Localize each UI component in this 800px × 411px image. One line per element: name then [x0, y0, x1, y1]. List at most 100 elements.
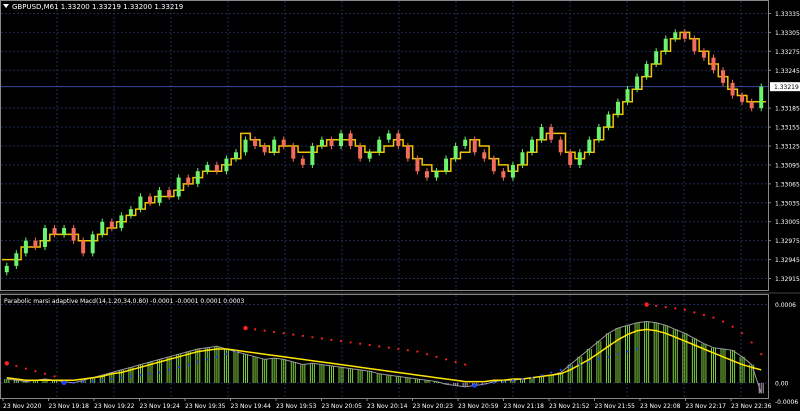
candle-body — [81, 240, 86, 254]
candle-body — [71, 228, 76, 241]
psar-dot-high — [693, 311, 696, 314]
candle-body — [472, 139, 477, 153]
candle-body — [721, 70, 726, 83]
psar-dot-high — [731, 325, 734, 328]
psar-dot-high — [435, 355, 438, 358]
psar-dot-high — [444, 358, 448, 361]
candle-body — [138, 196, 143, 210]
psar-dot-high — [301, 334, 304, 337]
candle-body — [23, 240, 28, 254]
psar-dot-high — [282, 332, 285, 335]
candle-body — [510, 164, 515, 178]
psar-dot-low — [129, 375, 133, 378]
candle-body — [520, 152, 525, 165]
candle-body — [243, 139, 248, 153]
candle-body — [319, 139, 324, 146]
indicator-tick-label: 0.00 — [775, 380, 789, 387]
candle-body — [740, 95, 745, 102]
psar-dot-low — [168, 368, 171, 371]
candle-body — [90, 234, 95, 254]
candle-body — [148, 196, 153, 203]
psar-dot-low — [177, 366, 180, 369]
candle-body — [42, 228, 47, 247]
psar-dot-low — [472, 383, 477, 388]
psar-dot-low — [616, 353, 620, 356]
psar-dot-low — [559, 368, 562, 371]
candle-body — [501, 171, 506, 178]
psar-dot-low — [569, 366, 572, 369]
candle-body — [606, 114, 611, 128]
psar-dot-low — [196, 360, 199, 364]
candle-body — [654, 51, 659, 64]
psar-dot-low — [521, 377, 524, 381]
psar-dot-high — [702, 313, 706, 317]
candle-body — [673, 32, 678, 39]
candle-body — [358, 146, 363, 159]
price-tick-label: 1.33125 — [775, 144, 800, 151]
candle-body — [4, 265, 9, 273]
psar-dot-high — [750, 341, 753, 344]
psar-dot-high — [406, 349, 409, 352]
candle-body — [291, 146, 296, 159]
time-tick-label: 23 Nov 21:18 — [504, 403, 545, 410]
time-tick-label: 23 Nov 20:23 — [413, 403, 454, 410]
psar-dot-high — [397, 347, 400, 351]
candle[interactable] — [759, 83, 764, 112]
trading-chart[interactable]: GBPUSD,M61 1.33200 1.33219 1.33200 1.332… — [0, 0, 800, 411]
price-tick-label: 1.33305 — [775, 30, 800, 37]
psar-dot-low — [120, 376, 123, 379]
time-tick-label: 23 Nov 19:22 — [94, 403, 135, 410]
psar-dot-high — [378, 345, 381, 348]
candle-body — [530, 139, 535, 153]
psar-dot-low — [483, 383, 486, 386]
candle-body — [644, 63, 649, 77]
candle-body — [272, 139, 277, 153]
candle-body — [682, 32, 687, 39]
time-tick-label: 23 Nov 19:18 — [49, 403, 90, 410]
time-tick-label: 23 Nov 19:44 — [231, 403, 272, 410]
psar-dot-low — [158, 371, 161, 374]
candle-body — [100, 221, 105, 235]
time-tick-label: 23 Nov 19:53 — [276, 403, 317, 410]
candle-body — [615, 101, 620, 115]
candle-body — [205, 164, 210, 172]
candle-body — [167, 190, 172, 197]
psar-dot-low — [101, 379, 104, 382]
time-tick-label: 23 Nov 2020 — [3, 403, 42, 410]
psar-dot-low — [607, 355, 610, 358]
candle-body — [396, 133, 401, 146]
candle-body — [377, 139, 382, 153]
price-tick-label: 1.33005 — [775, 219, 800, 226]
time-tick-label: 23 Nov 20:14 — [367, 403, 408, 410]
indicator-title: Parabolic marsi adaptive Macd(14,1.20,34… — [4, 298, 244, 305]
candle-body — [195, 171, 200, 184]
candle[interactable] — [42, 224, 47, 251]
candle-body — [281, 139, 286, 146]
price-tick-label: 1.33185 — [775, 106, 800, 113]
candle[interactable] — [310, 142, 315, 169]
candle-body — [625, 89, 630, 102]
psar-dot-low — [502, 380, 505, 383]
candle[interactable] — [90, 231, 95, 257]
psar-dot-high — [760, 353, 763, 356]
psar-dot-high — [664, 306, 667, 309]
psar-dot-low — [511, 379, 515, 382]
psar-dot-high — [43, 372, 47, 375]
psar-dot-high — [263, 329, 266, 332]
candle-body — [119, 215, 124, 229]
psar-dot-high — [721, 320, 725, 323]
main-panel-title: GBPUSD,M61 1.33200 1.33219 1.33200 1.332… — [12, 3, 183, 11]
psar-dot-high — [712, 316, 715, 319]
price-tick-label: 1.33275 — [775, 49, 800, 56]
current-price-label: 1.33219 — [774, 84, 799, 91]
candle-body — [386, 133, 391, 140]
candle-body — [14, 253, 19, 266]
psar-dot-high — [644, 302, 649, 307]
panel-separator[interactable] — [0, 292, 800, 294]
psar-dot-low — [148, 372, 152, 375]
time-tick-label: 23 Nov 21:55 — [595, 403, 636, 410]
psar-dot-high — [683, 308, 686, 311]
price-tick-label: 1.32975 — [775, 238, 800, 245]
psar-dot-high — [339, 340, 343, 343]
candle[interactable] — [176, 174, 181, 200]
